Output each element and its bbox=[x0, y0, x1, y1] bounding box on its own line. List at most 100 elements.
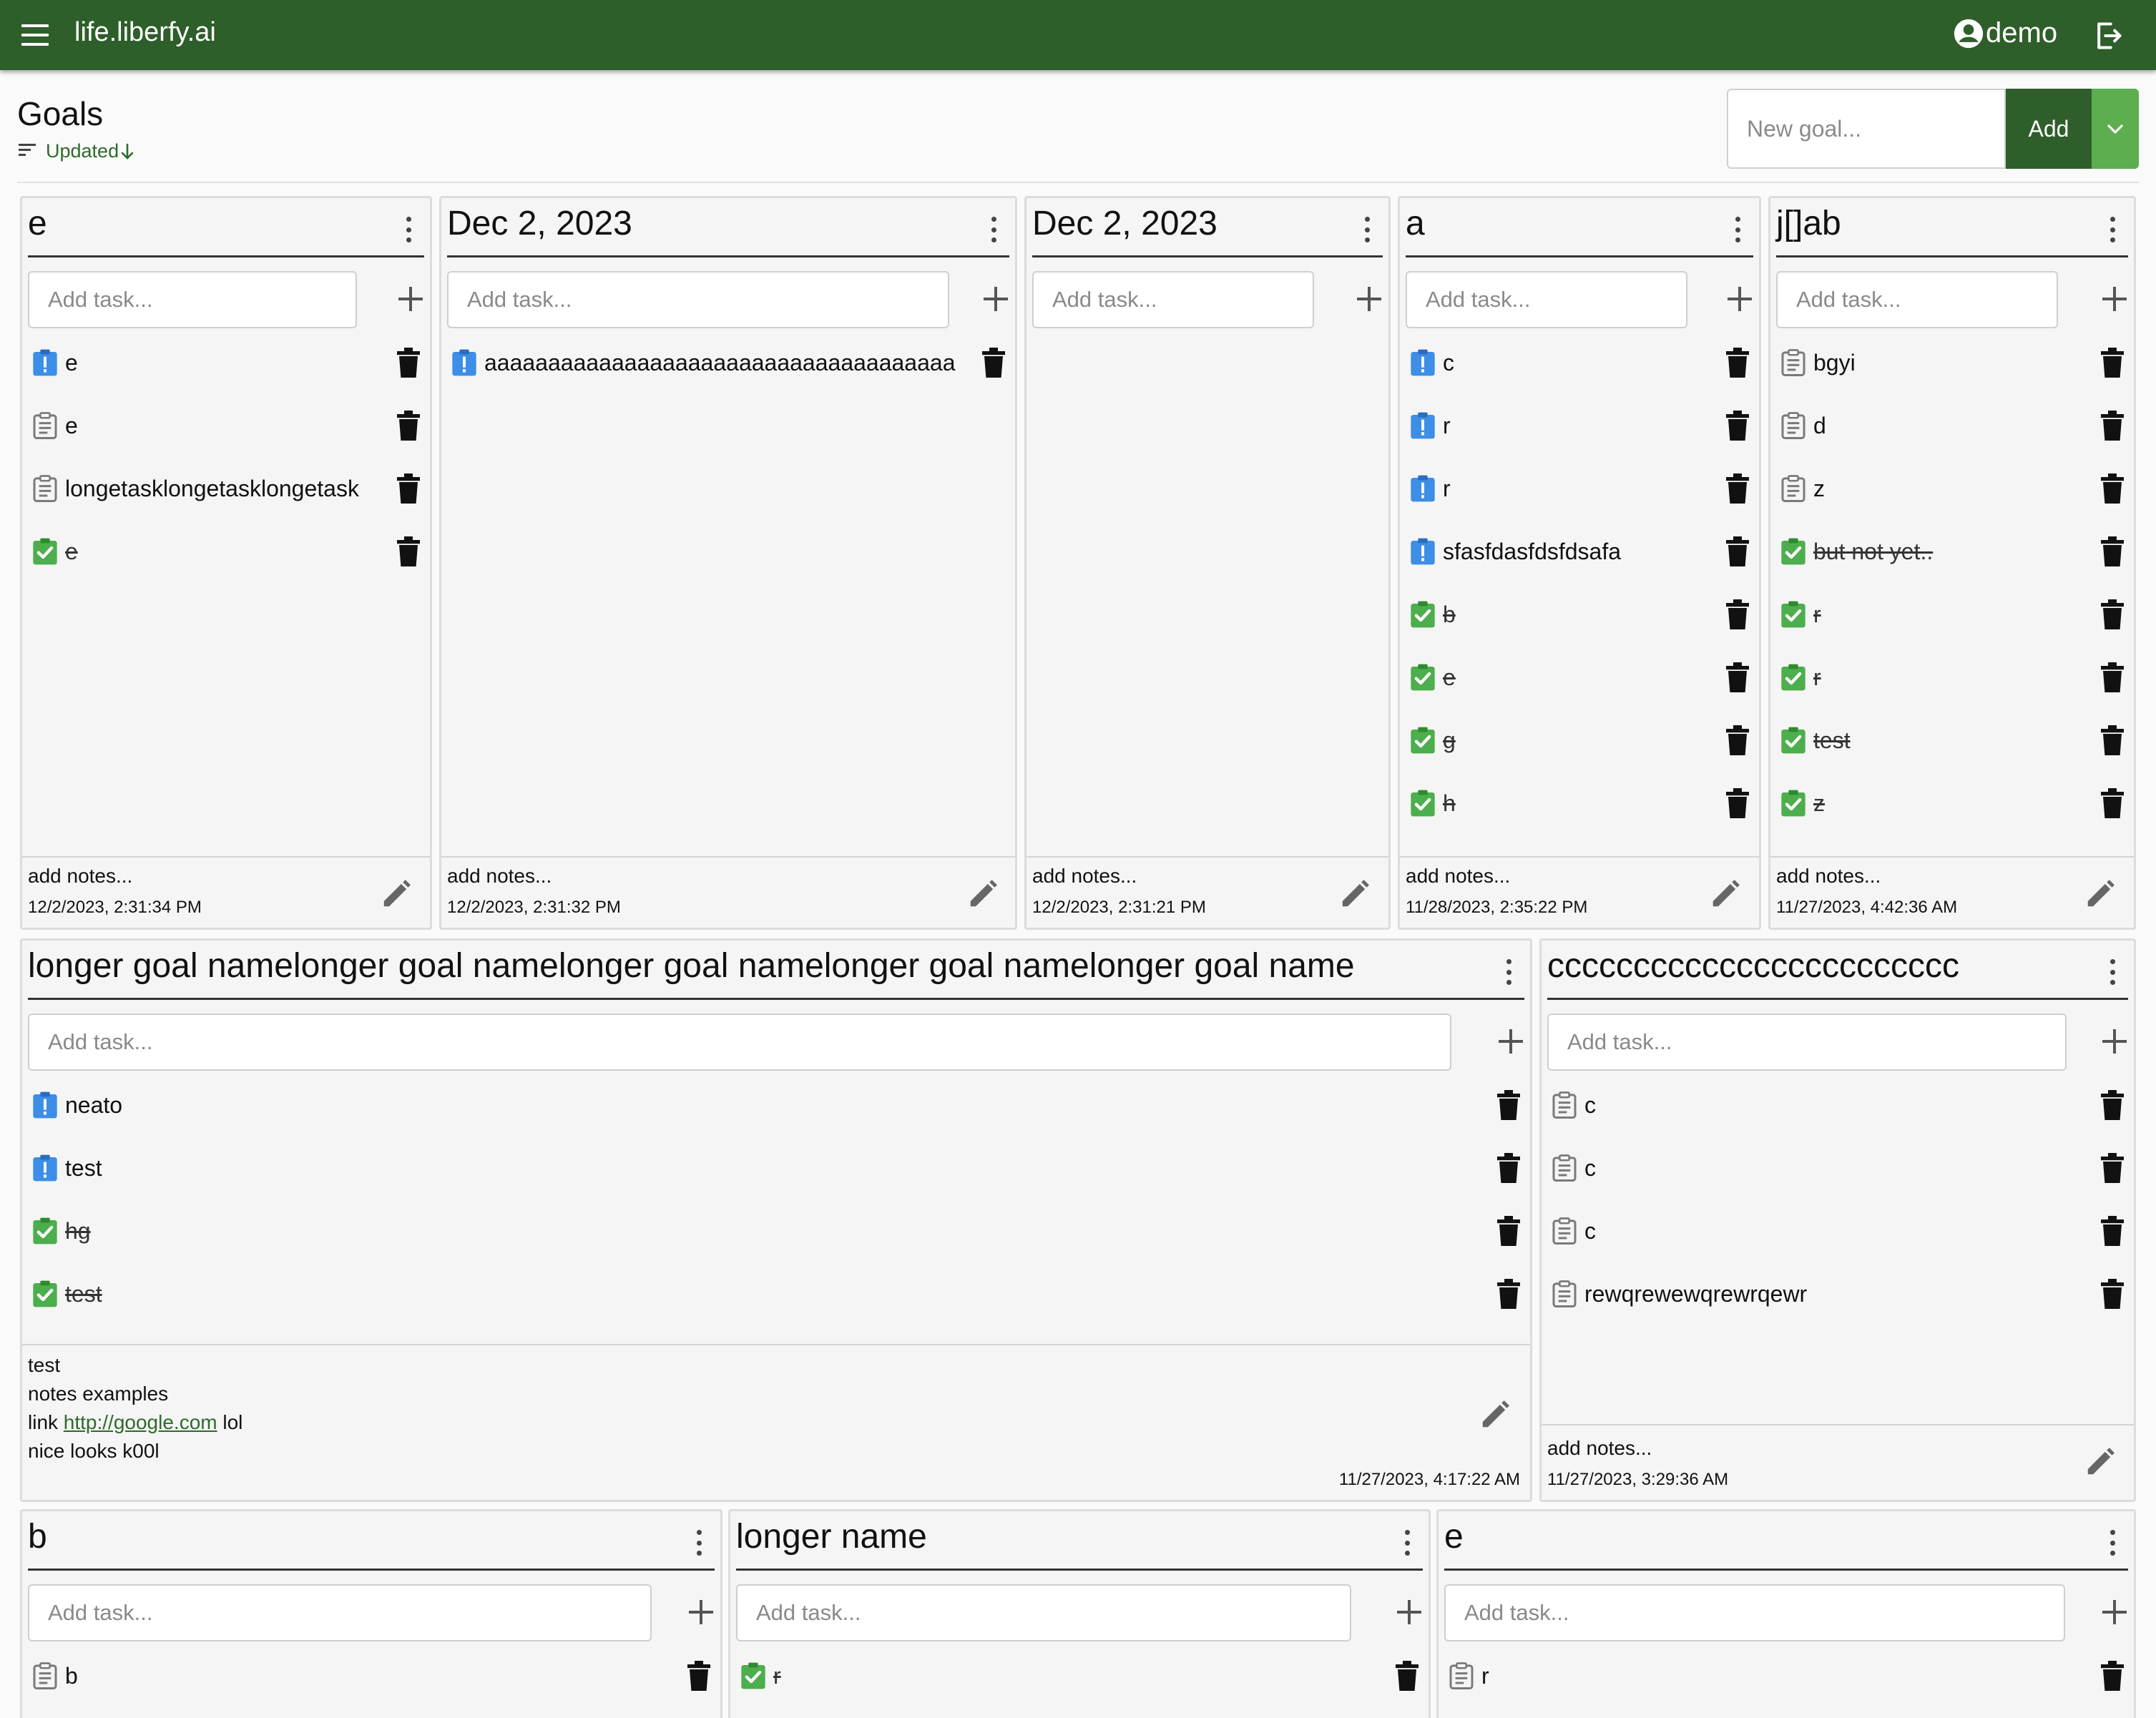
delete-task-icon[interactable] bbox=[1723, 662, 1752, 693]
app-brand[interactable]: life.liberfy.ai bbox=[74, 17, 216, 48]
delete-task-icon[interactable] bbox=[2098, 1660, 2127, 1692]
new-goal-input[interactable] bbox=[1727, 89, 2006, 169]
clipboard-alert-icon[interactable] bbox=[1408, 411, 1437, 440]
goal-notes[interactable]: add notes... bbox=[1547, 1434, 1652, 1463]
delete-task-icon[interactable] bbox=[2098, 599, 2127, 630]
goal-title[interactable]: cccccccccccccccccccccccc bbox=[1547, 946, 1959, 986]
clipboard-alert-icon[interactable] bbox=[31, 1091, 59, 1119]
clipboard-check-icon[interactable] bbox=[1779, 726, 1808, 755]
delete-task-icon[interactable] bbox=[1723, 347, 1752, 378]
task-label[interactable]: e bbox=[65, 350, 78, 376]
delete-task-icon[interactable] bbox=[2098, 1215, 2127, 1247]
goal-notes[interactable]: add notes... bbox=[1406, 862, 1510, 890]
delete-task-icon[interactable] bbox=[394, 410, 423, 441]
clipboard-check-icon[interactable] bbox=[31, 1280, 59, 1308]
more-vert-icon[interactable] bbox=[2098, 1527, 2127, 1559]
delete-task-icon[interactable] bbox=[394, 347, 423, 378]
add-task-input[interactable] bbox=[1032, 271, 1314, 328]
add-task-input[interactable] bbox=[1406, 271, 1687, 328]
sort-control[interactable]: Updated bbox=[19, 140, 136, 162]
add-goal-button[interactable]: Add bbox=[2006, 89, 2092, 169]
menu-icon[interactable] bbox=[21, 24, 49, 46]
goal-title[interactable]: Dec 2, 2023 bbox=[1032, 204, 1217, 243]
task-label[interactable]: z bbox=[1813, 476, 1825, 502]
task-label[interactable]: z bbox=[1813, 790, 1825, 817]
delete-task-icon[interactable] bbox=[2098, 536, 2127, 567]
delete-task-icon[interactable] bbox=[2098, 787, 2127, 819]
edit-notes-icon[interactable] bbox=[1479, 1398, 1511, 1431]
clipboard-check-icon[interactable] bbox=[1408, 789, 1437, 818]
delete-task-icon[interactable] bbox=[2098, 473, 2127, 504]
task-label[interactable]: r bbox=[1813, 664, 1821, 691]
more-vert-icon[interactable] bbox=[2098, 214, 2127, 245]
goal-title[interactable]: Dec 2, 2023 bbox=[447, 204, 632, 243]
task-label[interactable]: e bbox=[1443, 664, 1456, 691]
task-label[interactable]: h bbox=[1443, 790, 1456, 817]
clipboard-text-icon[interactable] bbox=[1550, 1091, 1579, 1119]
clipboard-text-icon[interactable] bbox=[1447, 1661, 1476, 1690]
clipboard-check-icon[interactable] bbox=[1408, 726, 1437, 755]
delete-task-icon[interactable] bbox=[2098, 1278, 2127, 1310]
add-task-icon[interactable] bbox=[2098, 1596, 2131, 1629]
add-task-icon[interactable] bbox=[685, 1596, 717, 1629]
goal-title[interactable]: e bbox=[1444, 1517, 1464, 1556]
goal-title[interactable]: b bbox=[28, 1517, 47, 1556]
delete-task-icon[interactable] bbox=[1723, 725, 1752, 756]
delete-task-icon[interactable] bbox=[1494, 1089, 1523, 1121]
more-vert-icon[interactable] bbox=[979, 214, 1008, 245]
task-label[interactable]: test bbox=[1813, 727, 1851, 754]
delete-task-icon[interactable] bbox=[1723, 410, 1752, 441]
add-task-icon[interactable] bbox=[1353, 283, 1386, 315]
clipboard-alert-icon[interactable] bbox=[31, 348, 59, 377]
clipboard-check-icon[interactable] bbox=[1779, 537, 1808, 566]
task-label[interactable]: r bbox=[1813, 602, 1821, 628]
clipboard-text-icon[interactable] bbox=[1779, 474, 1808, 503]
task-label[interactable]: neato bbox=[65, 1092, 122, 1119]
add-task-icon[interactable] bbox=[1723, 283, 1756, 315]
delete-task-icon[interactable] bbox=[2098, 1152, 2127, 1184]
edit-notes-icon[interactable] bbox=[1338, 878, 1371, 910]
goal-title[interactable]: e bbox=[28, 204, 47, 243]
clipboard-alert-icon[interactable] bbox=[1408, 474, 1437, 503]
edit-notes-icon[interactable] bbox=[2084, 878, 2117, 910]
clipboard-check-icon[interactable] bbox=[1779, 663, 1808, 692]
task-label[interactable]: g bbox=[1443, 727, 1456, 754]
more-vert-icon[interactable] bbox=[1494, 956, 1523, 988]
task-label[interactable]: b bbox=[1443, 602, 1456, 628]
clipboard-text-icon[interactable] bbox=[1550, 1154, 1579, 1182]
clipboard-alert-icon[interactable] bbox=[31, 1154, 59, 1182]
delete-task-icon[interactable] bbox=[1723, 536, 1752, 567]
task-label[interactable]: e bbox=[65, 413, 78, 439]
clipboard-check-icon[interactable] bbox=[31, 1217, 59, 1245]
task-label[interactable]: c bbox=[1584, 1155, 1596, 1182]
task-label[interactable]: aaaaaaaaaaaaaaaaaaaaaaaaaaaaaaaaaaaaa bbox=[484, 350, 955, 376]
clipboard-text-icon[interactable] bbox=[1779, 348, 1808, 377]
delete-task-icon[interactable] bbox=[1494, 1152, 1523, 1184]
task-label[interactable]: sfasfdasfdsfdsafa bbox=[1443, 539, 1621, 565]
add-task-input[interactable] bbox=[28, 1013, 1451, 1071]
task-label[interactable]: d bbox=[1813, 413, 1826, 439]
goal-title[interactable]: longer goal namelonger goal namelonger g… bbox=[28, 946, 1355, 986]
delete-task-icon[interactable] bbox=[1723, 473, 1752, 504]
more-vert-icon[interactable] bbox=[685, 1527, 713, 1559]
clipboard-alert-icon[interactable] bbox=[1408, 537, 1437, 566]
delete-task-icon[interactable] bbox=[394, 473, 423, 504]
add-task-input[interactable] bbox=[736, 1584, 1351, 1641]
clipboard-check-icon[interactable] bbox=[739, 1661, 768, 1690]
clipboard-text-icon[interactable] bbox=[31, 1661, 59, 1690]
logout-icon[interactable] bbox=[2092, 20, 2124, 51]
delete-task-icon[interactable] bbox=[1494, 1215, 1523, 1247]
delete-task-icon[interactable] bbox=[2098, 410, 2127, 441]
clipboard-check-icon[interactable] bbox=[1779, 789, 1808, 818]
task-label[interactable]: r bbox=[773, 1663, 781, 1689]
delete-task-icon[interactable] bbox=[2098, 347, 2127, 378]
goal-notes[interactable]: add notes... bbox=[1776, 862, 1881, 890]
task-label[interactable]: c bbox=[1443, 350, 1454, 376]
add-task-input[interactable] bbox=[28, 1584, 652, 1641]
clipboard-check-icon[interactable] bbox=[31, 537, 59, 566]
add-task-icon[interactable] bbox=[1393, 1596, 1426, 1629]
delete-task-icon[interactable] bbox=[394, 536, 423, 567]
task-label[interactable]: r bbox=[1481, 1663, 1489, 1689]
add-task-icon[interactable] bbox=[1494, 1025, 1527, 1058]
task-label[interactable]: r bbox=[1443, 413, 1451, 439]
